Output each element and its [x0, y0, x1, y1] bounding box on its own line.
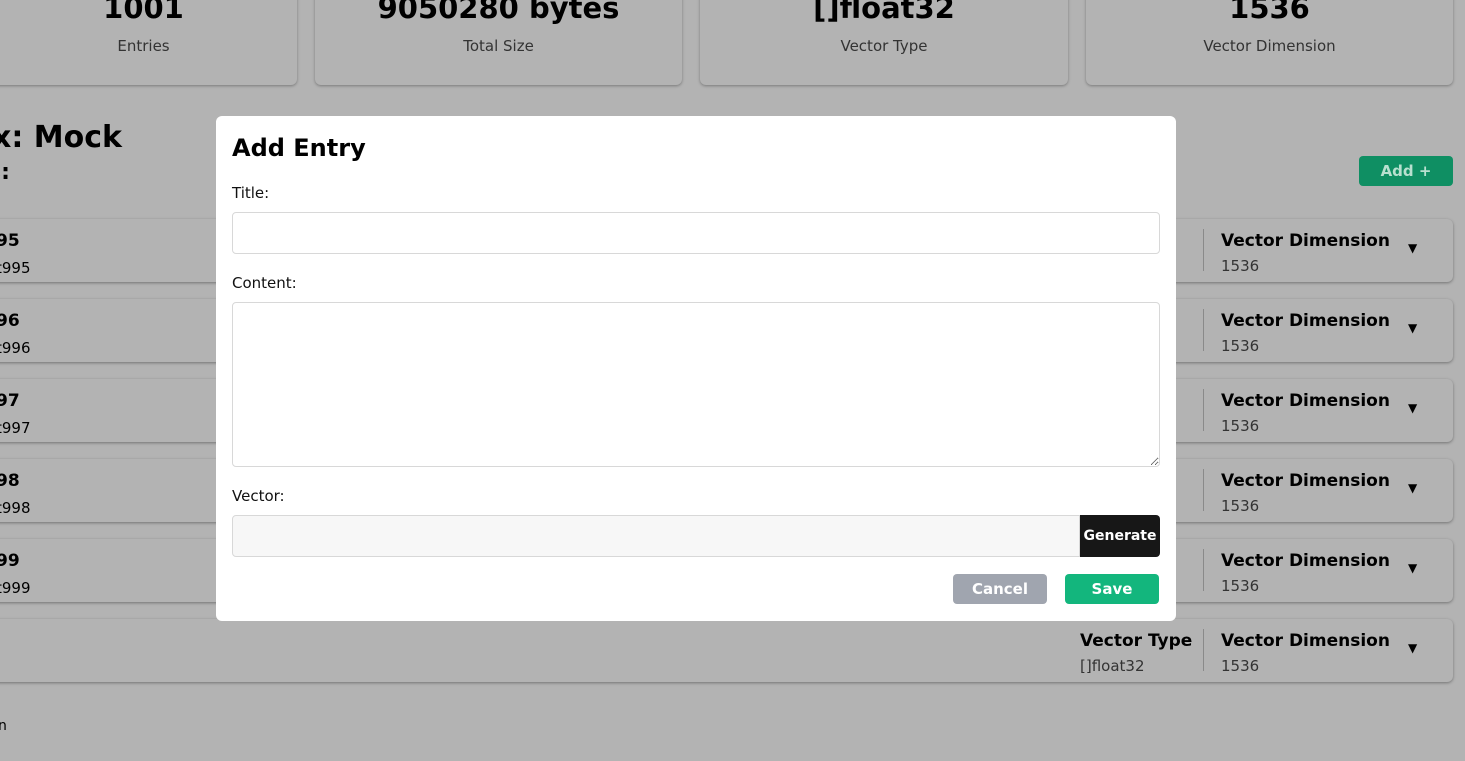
page-title: x: Mock [0, 120, 122, 155]
vector-dimension-heading: Vector Dimension [1221, 231, 1390, 251]
stat-label: Vector Type [840, 37, 928, 55]
title-label: Title: [232, 184, 270, 202]
chevron-down-icon[interactable]: ▼ [1408, 241, 1417, 255]
row-title: t997 [0, 419, 31, 437]
chevron-down-icon[interactable]: ▼ [1408, 401, 1417, 415]
vector-dimension-heading: Vector Dimension [1221, 631, 1390, 651]
row-title: t995 [0, 259, 31, 277]
vector-dimension-value: 1536 [1221, 577, 1260, 595]
vector-dimension-value: 1536 [1221, 417, 1260, 435]
vector-dimension-value: 1536 [1221, 257, 1260, 275]
column-divider [1203, 389, 1204, 431]
stats-bar: 1001 Entries 9050280 bytes Total Size []… [0, 0, 1465, 88]
stat-card-vector-type: []float32 Vector Type [700, 0, 1068, 85]
row-id: 99 [0, 551, 20, 571]
vector-label: Vector: [232, 487, 285, 505]
column-divider [1203, 549, 1204, 591]
vector-type-column: Vector Type []float32 [1080, 631, 1192, 675]
vector-dimension-column: Vector Dimension 1536 [1221, 311, 1390, 355]
chevron-down-icon[interactable]: ▼ [1408, 321, 1417, 335]
vector-dimension-column: Vector Dimension 1536 [1221, 231, 1390, 275]
vector-dimension-heading: Vector Dimension [1221, 311, 1390, 331]
stat-value: []float32 [813, 0, 955, 25]
chevron-down-icon[interactable]: ▼ [1408, 481, 1417, 495]
generate-button[interactable]: Generate [1080, 515, 1160, 557]
vector-dimension-value: 1536 [1221, 497, 1260, 515]
stat-value: 9050280 bytes [377, 0, 620, 25]
modal-title: Add Entry [232, 134, 366, 162]
vector-dimension-column: Vector Dimension 1536 [1221, 471, 1390, 515]
row-id: 98 [0, 471, 20, 491]
stat-label: Vector Dimension [1203, 37, 1336, 55]
table-row[interactable]: Vector Type []float32 Vector Dimension 1… [0, 619, 1453, 682]
footer-text: n [0, 718, 7, 734]
row-title: t998 [0, 499, 31, 517]
column-divider [1203, 229, 1204, 271]
stat-card-entries: 1001 Entries [0, 0, 297, 85]
row-id: 96 [0, 311, 20, 331]
chevron-down-icon[interactable]: ▼ [1408, 561, 1417, 575]
vector-type-value: []float32 [1080, 657, 1145, 675]
vector-dimension-value: 1536 [1221, 337, 1260, 355]
vector-dimension-column: Vector Dimension 1536 [1221, 551, 1390, 595]
column-divider [1203, 629, 1204, 671]
content-label: Content: [232, 274, 297, 292]
page-subtitle: s: [0, 160, 10, 185]
vector-dimension-heading: Vector Dimension [1221, 391, 1390, 411]
row-title: t996 [0, 339, 31, 357]
vector-dimension-heading: Vector Dimension [1221, 551, 1390, 571]
vector-dimension-value: 1536 [1221, 657, 1260, 675]
vector-type-heading: Vector Type [1080, 631, 1193, 651]
chevron-down-icon[interactable]: ▼ [1408, 641, 1417, 655]
vector-dimension-heading: Vector Dimension [1221, 471, 1390, 491]
cancel-button[interactable]: Cancel [953, 574, 1047, 604]
row-id: 95 [0, 231, 20, 251]
vector-dimension-column: Vector Dimension 1536 [1221, 631, 1390, 675]
row-id: 97 [0, 391, 20, 411]
stat-label: Total Size [463, 37, 534, 55]
row-title: t999 [0, 579, 31, 597]
add-entry-modal: Add Entry Title: Content: Vector: Genera… [216, 116, 1176, 621]
stat-value: 1001 [103, 0, 184, 25]
title-input[interactable] [232, 212, 1160, 254]
save-button[interactable]: Save [1065, 574, 1159, 604]
column-divider [1203, 309, 1204, 351]
stat-card-vector-dimension: 1536 Vector Dimension [1086, 0, 1453, 85]
stat-value: 1536 [1229, 0, 1310, 25]
add-entry-button[interactable]: Add + [1359, 156, 1453, 186]
column-divider [1203, 469, 1204, 511]
vector-dimension-column: Vector Dimension 1536 [1221, 391, 1390, 435]
stat-label: Entries [117, 37, 170, 55]
stat-card-total-size: 9050280 bytes Total Size [315, 0, 682, 85]
content-textarea[interactable] [232, 302, 1160, 467]
vector-input[interactable] [232, 515, 1080, 557]
